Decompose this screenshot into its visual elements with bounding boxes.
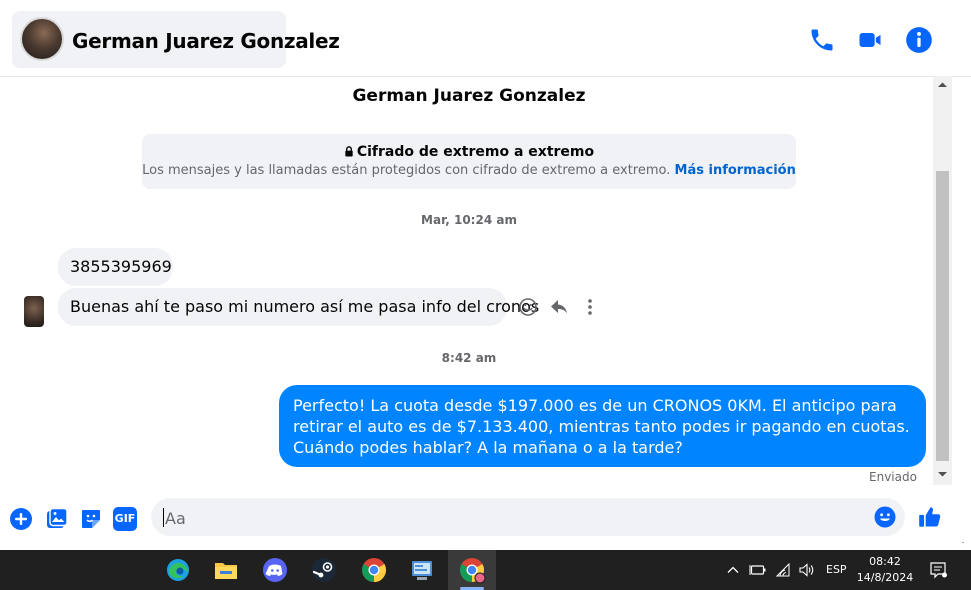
discord-icon[interactable] <box>260 555 290 585</box>
video-call-icon[interactable] <box>856 26 884 54</box>
encryption-notice: Cifrado de extremo a extremo Los mensaje… <box>142 134 796 189</box>
volume-icon[interactable] <box>798 562 816 578</box>
incoming-message[interactable]: 3855395969 <box>58 248 173 286</box>
info-icon[interactable] <box>905 26 933 54</box>
avatar <box>20 17 64 61</box>
like-icon[interactable] <box>917 504 943 530</box>
more-options-icon[interactable] <box>580 297 600 317</box>
chevron-up-icon[interactable] <box>726 563 740 577</box>
wifi-icon[interactable] <box>775 562 791 578</box>
encryption-title: Cifrado de extremo a extremo <box>142 144 796 160</box>
sticker-icon[interactable] <box>79 507 103 531</box>
emoji-icon[interactable] <box>874 506 896 528</box>
text-caret <box>163 508 164 527</box>
encryption-text: Los mensajes y las llamadas están proteg… <box>142 163 671 178</box>
encryption-title-text: Cifrado de extremo a extremo <box>356 144 595 160</box>
photo-icon[interactable] <box>45 507 69 531</box>
file-explorer-icon[interactable] <box>211 555 241 585</box>
notifications-icon[interactable] <box>929 561 947 579</box>
incoming-message[interactable]: Buenas ahí te paso mi numero así me pasa… <box>58 288 539 326</box>
contact-name: German Juarez Gonzalez <box>72 29 340 53</box>
chrome-icon[interactable] <box>359 555 389 585</box>
chat-scrollbar[interactable] <box>933 76 952 485</box>
gif-button[interactable]: GIF <box>113 507 137 531</box>
timestamp: Mar, 10:24 am <box>421 213 517 227</box>
steam-icon[interactable] <box>309 555 339 585</box>
reply-icon[interactable] <box>549 297 569 317</box>
encryption-description: Los mensajes y las llamadas están proteg… <box>142 163 796 178</box>
contact-profile-button[interactable]: German Juarez Gonzalez <box>12 11 340 68</box>
outgoing-message[interactable]: Perfecto! La cuota desde $197.000 es de … <box>279 385 926 467</box>
windows-taskbar: ESP 08:42 14/8/2024 <box>0 550 971 590</box>
input-language[interactable]: ESP <box>826 563 847 576</box>
thread-title: German Juarez Gonzalez <box>352 86 586 106</box>
message-input[interactable]: Aa <box>151 498 905 536</box>
react-emoji-icon[interactable] <box>518 297 538 317</box>
system-clock[interactable]: 08:42 14/8/2024 <box>855 554 915 586</box>
clock-time: 08:42 <box>869 555 901 568</box>
add-icon[interactable] <box>9 507 33 531</box>
battery-icon[interactable] <box>749 563 767 577</box>
app-window-icon[interactable] <box>407 555 437 585</box>
clock-date: 14/8/2024 <box>856 571 914 584</box>
lock-icon <box>345 146 353 157</box>
phone-icon[interactable] <box>808 26 836 54</box>
more-info-link[interactable]: Más información <box>675 163 796 178</box>
timestamp: 8:42 am <box>441 351 497 365</box>
scroll-down-arrow-icon[interactable] <box>933 467 952 481</box>
sent-status: Enviado <box>869 470 917 484</box>
chrome-profile-icon[interactable] <box>457 555 487 585</box>
input-placeholder: Aa <box>165 509 186 528</box>
edge-icon[interactable] <box>163 555 193 585</box>
sender-avatar[interactable] <box>24 296 44 327</box>
conversation-header: German Juarez Gonzalez <box>0 0 971 77</box>
